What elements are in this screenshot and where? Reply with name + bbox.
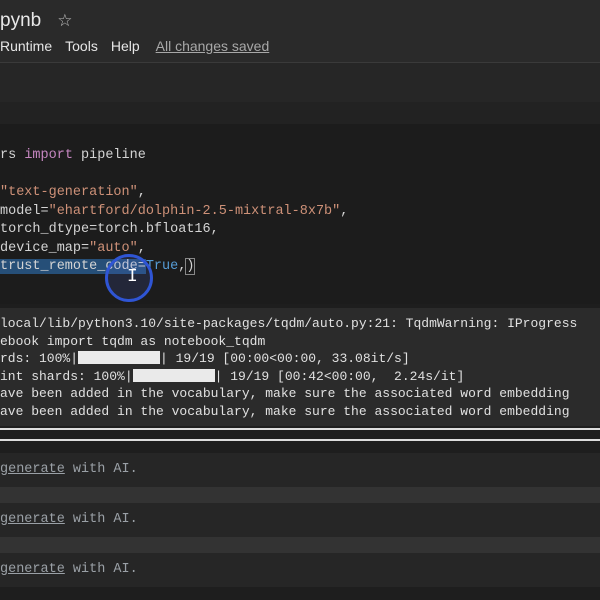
menu-help[interactable]: Help: [111, 38, 140, 54]
save-status-link[interactable]: All changes saved: [156, 38, 270, 54]
app-header: pynb ☆ Runtime Tools Help All changes sa…: [0, 0, 600, 62]
menu-runtime[interactable]: Runtime: [0, 38, 52, 54]
toolbar: [0, 62, 600, 102]
menu-tools[interactable]: Tools: [65, 38, 98, 54]
cell-output: local/lib/python3.10/site-packages/tqdm/…: [0, 308, 600, 426]
code-editor[interactable]: rs import pipeline "text-generation", mo…: [0, 148, 348, 278]
menu-bar: Runtime Tools Help All changes saved: [0, 38, 269, 54]
code-cell[interactable]: rs import pipeline "text-generation", mo…: [0, 124, 600, 304]
generate-link[interactable]: generate: [0, 512, 65, 527]
progress-bar: [132, 368, 215, 382]
code-line: device_map="auto",: [0, 240, 146, 256]
notebook-title[interactable]: pynb: [0, 10, 41, 32]
output-line: ave been added in the vocabulary, make s…: [0, 403, 570, 419]
code-line: "text-generation",: [0, 185, 146, 200]
toolbar-strip: [0, 102, 600, 124]
output-line: ebook import tqdm as notebook_tqdm: [0, 333, 266, 349]
text-cursor-icon: I: [127, 267, 138, 287]
output-line: rds: 100%| | 19/19 [00:00<00:00, 33.08it/…: [0, 351, 410, 367]
cell-divider: [0, 428, 600, 441]
output-line: ave been added in the vocabulary, make s…: [0, 386, 570, 402]
empty-cell-prompt[interactable]: generate with AI.: [0, 453, 600, 487]
generate-link[interactable]: generate: [0, 462, 65, 477]
code-line: model="ehartford/dolphin-2.5-mixtral-8x7…: [0, 203, 349, 219]
generate-link[interactable]: generate: [0, 562, 65, 577]
empty-cell-prompt[interactable]: generate with AI.: [0, 503, 600, 537]
output-line: int shards: 100%| | 19/19 [00:42<00:00, 2…: [0, 368, 465, 384]
star-icon[interactable]: ☆: [57, 11, 72, 31]
output-line: local/lib/python3.10/site-packages/tqdm/…: [0, 316, 578, 331]
cell-separator: [0, 487, 600, 503]
cell-separator: [0, 537, 600, 553]
empty-cell-prompt[interactable]: generate with AI.: [0, 553, 600, 587]
code-line: rs import pipeline: [0, 148, 146, 163]
progress-bar: [78, 351, 161, 365]
code-line: trust_remote_code=True,): [0, 258, 196, 275]
title-row: pynb ☆: [0, 8, 72, 34]
code-line: torch_dtype=torch.bfloat16,: [0, 222, 219, 237]
